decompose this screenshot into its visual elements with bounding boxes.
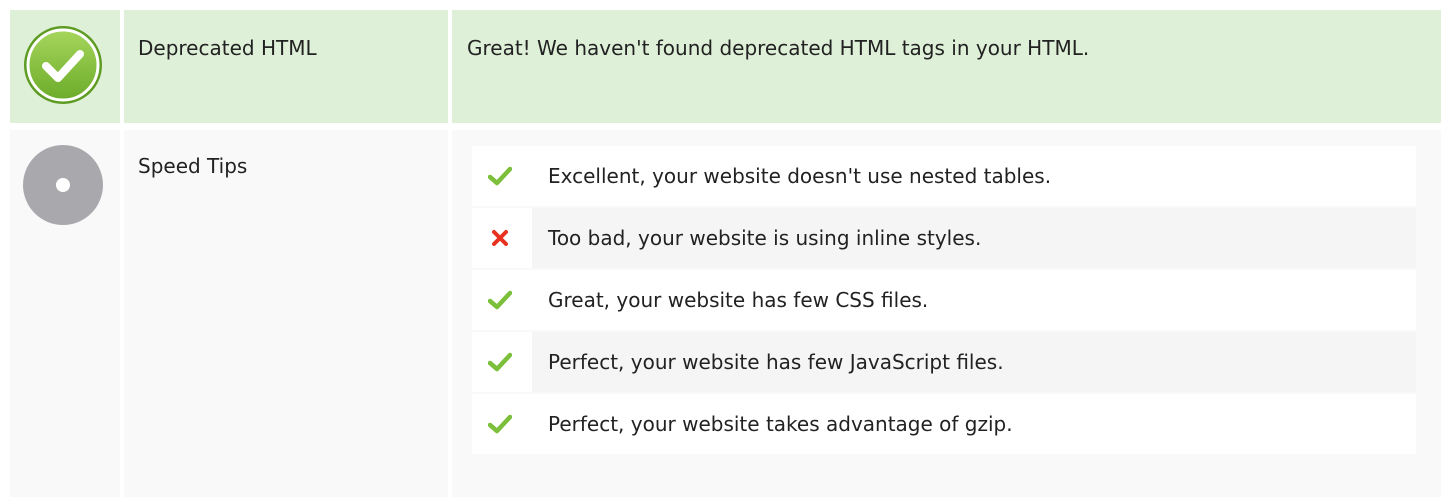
checkmark-icon xyxy=(472,394,532,454)
info-circle-icon xyxy=(22,144,104,230)
cross-icon xyxy=(472,208,532,268)
title-cell: Speed Tips xyxy=(124,130,448,497)
body-cell: Excellent, your website doesn't use nest… xyxy=(452,130,1441,497)
tip-text: Too bad, your website is using inline st… xyxy=(548,226,982,250)
checkmark-icon xyxy=(472,332,532,392)
body-cell: Great! We haven't found deprecated HTML … xyxy=(452,10,1441,123)
list-item: Perfect, your website has few JavaScript… xyxy=(472,332,1416,392)
checkmark-icon xyxy=(472,270,532,330)
row-title: Speed Tips xyxy=(138,154,248,178)
result-row-deprecated-html: Deprecated HTML Great! We haven't found … xyxy=(0,10,1441,123)
tip-text: Excellent, your website doesn't use nest… xyxy=(548,164,1052,188)
list-item: Excellent, your website doesn't use nest… xyxy=(472,146,1416,206)
tip-text: Perfect, your website has few JavaScript… xyxy=(548,350,1004,374)
tip-text: Great, your website has few CSS files. xyxy=(548,288,929,312)
result-row-speed-tips: Speed Tips Excellent, your website doesn… xyxy=(0,130,1441,497)
check-circle-icon xyxy=(22,24,104,110)
tip-text: Perfect, your website takes advantage of… xyxy=(548,412,1013,436)
status-cell xyxy=(10,130,120,497)
list-item: Perfect, your website takes advantage of… xyxy=(472,394,1416,454)
row-title: Deprecated HTML xyxy=(138,36,317,60)
list-item: Great, your website has few CSS files. xyxy=(472,270,1416,330)
checkmark-icon xyxy=(472,146,532,206)
list-item: Too bad, your website is using inline st… xyxy=(472,208,1416,268)
speed-tips-list: Excellent, your website doesn't use nest… xyxy=(472,146,1416,456)
status-cell xyxy=(10,10,120,123)
row-message: Great! We haven't found deprecated HTML … xyxy=(467,36,1090,60)
title-cell: Deprecated HTML xyxy=(124,10,448,123)
